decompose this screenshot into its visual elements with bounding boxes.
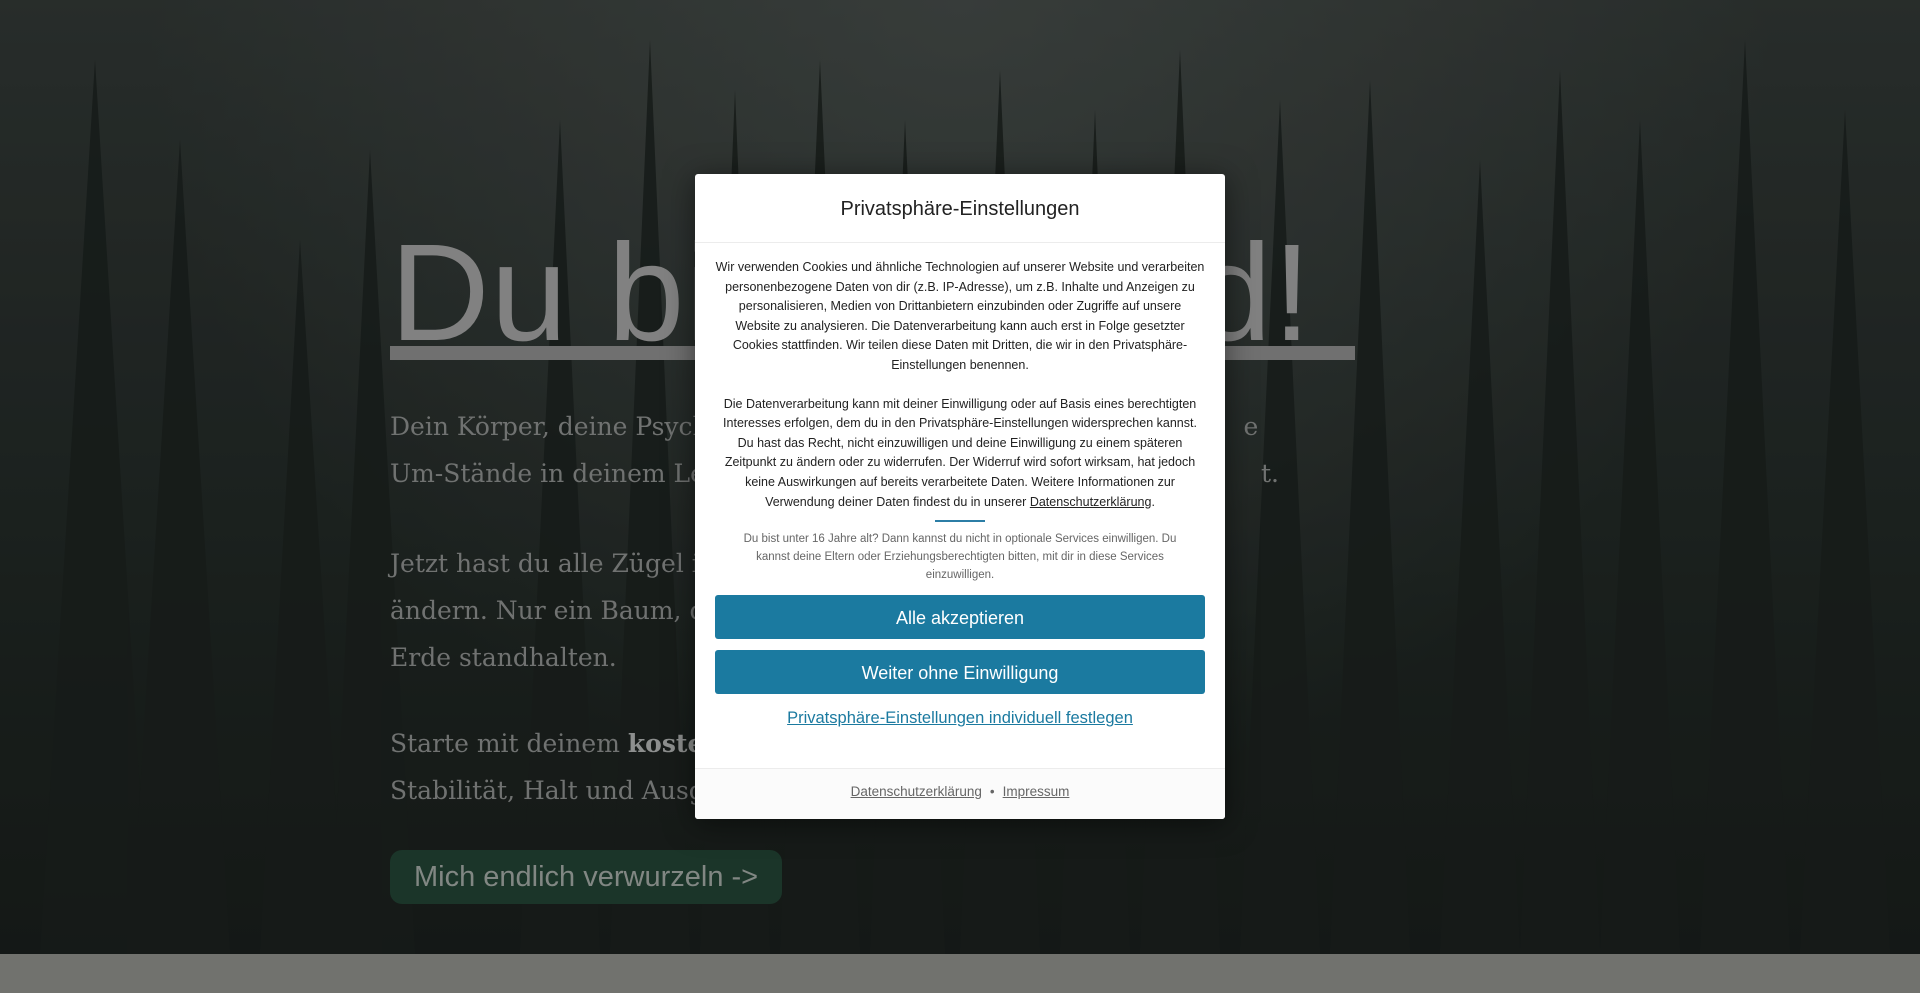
consent-paragraph-2-end: . (1151, 494, 1155, 509)
consent-paragraph-2: Die Datenverarbeitung kann mit deiner Ei… (715, 395, 1205, 513)
privacy-policy-link[interactable]: Datenschutzerklärung (1030, 495, 1152, 509)
consent-paragraph-1: Wir verwenden Cookies und ähnliche Techn… (715, 260, 1205, 372)
consent-title: Privatsphäre-Einstellungen (695, 174, 1225, 243)
accept-all-button[interactable]: Alle akzeptieren (715, 595, 1205, 640)
consent-dialog: Privatsphäre-Einstellungen Wir verwenden… (695, 174, 1225, 819)
footer-imprint-link[interactable]: Impressum (1003, 784, 1070, 799)
footer-privacy-link[interactable]: Datenschutzerklärung (851, 784, 982, 799)
divider (935, 520, 985, 523)
footer-separator: • (989, 784, 995, 799)
consent-body: Wir verwenden Cookies und ähnliche Techn… (695, 258, 1225, 584)
consent-paragraph-2-text: Die Datenverarbeitung kann mit deiner Ei… (723, 396, 1197, 509)
consent-footer: Datenschutzerklärung • Impressum (695, 768, 1225, 819)
continue-without-consent-button[interactable]: Weiter ohne Einwilligung (715, 650, 1205, 695)
age-note: Du bist unter 16 Jahre alt? Dann kannst … (743, 533, 1177, 582)
individual-settings-link[interactable]: Privatsphäre-Einstellungen individuell f… (695, 709, 1225, 728)
